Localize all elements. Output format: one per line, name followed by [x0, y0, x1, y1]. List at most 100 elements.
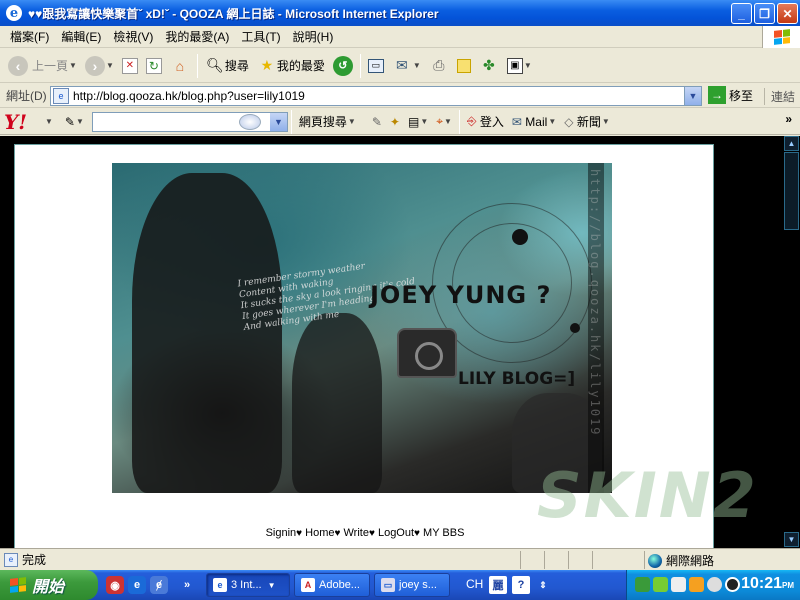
messenger-tray-icon[interactable] [689, 577, 704, 592]
scroll-up-button[interactable]: ▲ [784, 136, 799, 151]
maximize-button[interactable]: ❐ [754, 3, 775, 24]
title-bar[interactable]: e ♥♥跟我寫讓快樂聚首ˇ xD!ˇ - QOOZA 網上日誌 - Micros… [0, 0, 800, 26]
nav-home[interactable]: Home [305, 527, 334, 539]
clover-tray-icon[interactable] [653, 577, 668, 592]
search-button[interactable]: 🔍︎ 搜尋 [201, 52, 253, 80]
yahoo-search-input[interactable]: ▼ [91, 111, 288, 132]
stop-button[interactable]: ✕ [118, 52, 142, 80]
pencil-icon[interactable]: ✎ ▼ [61, 115, 88, 129]
mail-button[interactable]: ✉ ▼ [388, 52, 425, 80]
scroll-down-button[interactable]: ▼ [784, 532, 799, 547]
sound-tray-icon[interactable] [707, 577, 722, 592]
nav-logout[interactable]: LogOut [378, 527, 414, 539]
highlight-icon[interactable]: ✦ [386, 115, 404, 129]
yahoo-logo-icon[interactable]: Y! [4, 110, 44, 134]
address-input[interactable]: e http://blog.qooza.hk/blog.php?user=lil… [50, 86, 702, 106]
search-icon: 🔍︎ [205, 57, 224, 73]
scroll-thumb[interactable] [784, 152, 799, 230]
home-button[interactable]: ⌂ [166, 52, 194, 80]
layout-icon[interactable]: ▤ ▼ [404, 115, 432, 129]
ime-options-icon[interactable]: ⇕ [534, 576, 552, 594]
links-button[interactable]: 連結 [764, 88, 795, 105]
news-link[interactable]: ◇ 新聞 ▼ [560, 113, 614, 130]
window-title: ♥♥跟我寫讓快樂聚首ˇ xD!ˇ - QOOZA 網上日誌 - Microsof… [28, 6, 439, 21]
user-tray-icon[interactable] [635, 577, 650, 592]
close-button[interactable]: ✕ [777, 3, 798, 24]
heart-separator: ♥ [334, 528, 341, 539]
folder-task-icon: ▭ [381, 578, 395, 592]
menu-file[interactable]: 檔案(F) [4, 28, 55, 45]
heart-separator: ♥ [296, 528, 303, 539]
clock[interactable]: 10:21PM [741, 575, 794, 593]
zone-label: 網際網路 [666, 554, 715, 568]
figure-silhouette [132, 173, 282, 493]
network-tray-icon[interactable] [671, 577, 686, 592]
mail-dropdown-icon[interactable]: ▼ [413, 61, 421, 70]
back-dropdown-icon[interactable]: ▼ [69, 61, 77, 70]
task-adobe[interactable]: A Adobe... [294, 573, 370, 597]
go-button[interactable]: → 移至 [708, 86, 753, 104]
yahoo-dropdown-icon[interactable]: ▼ [45, 117, 53, 126]
research-button[interactable]: ▣ ▼ [503, 52, 536, 80]
quicklaunch-more-chevron[interactable]: » [178, 576, 196, 594]
minimize-button[interactable]: _ [731, 3, 752, 24]
menu-view[interactable]: 檢視(V) [107, 28, 159, 45]
media-tray-icon[interactable] [725, 577, 740, 592]
task-group-arrow-icon: ▼ [267, 580, 276, 590]
menu-help[interactable]: 說明(H) [287, 28, 340, 45]
search-label: 搜尋 [224, 59, 249, 73]
task-label: Adobe... [319, 579, 360, 591]
heart-separator: ♥ [414, 528, 420, 539]
status-text-wrap: e 完成 [0, 551, 46, 568]
target-icon[interactable]: ⌖ ▼ [432, 114, 456, 129]
web-search-button[interactable]: 網頁搜尋 ▼ [295, 113, 360, 130]
quicklaunch-app-icon[interactable]: ◉ [106, 576, 124, 594]
start-button[interactable]: 開始 [0, 570, 98, 600]
nav-signin[interactable]: Signin [266, 527, 297, 539]
messenger-button[interactable]: ✤ [475, 52, 503, 80]
home-icon: ⌂ [175, 57, 185, 74]
language-indicator[interactable]: CH [466, 577, 483, 591]
task-ie-group[interactable]: e 3 Int... ▼ [206, 573, 290, 597]
printer-icon: ⎙ [433, 57, 445, 73]
toolbar-separator [196, 53, 198, 78]
print-button[interactable]: ⎙ [425, 52, 453, 80]
nav-bbs[interactable]: MY BBS [423, 527, 464, 539]
status-bar: e 完成 網際網路 [0, 548, 800, 570]
mail-link[interactable]: ✉ Mail ▼ [508, 115, 560, 129]
address-dropdown-icon[interactable]: ▼ [684, 87, 701, 105]
figure-silhouette-small [292, 313, 382, 493]
quicklaunch-browser-icon[interactable]: ɇ [150, 576, 168, 594]
toolbar-separator [359, 53, 361, 78]
back-arrow-icon: ‹ [8, 55, 28, 76]
highlight-pen-icon[interactable]: ✎ [368, 115, 386, 129]
media-button[interactable]: ▭ [364, 52, 388, 80]
security-zone: 網際網路 [648, 552, 714, 569]
task-joey[interactable]: ▭ joey s... [374, 573, 450, 597]
toolbar-more-chevron[interactable]: » [785, 112, 792, 126]
edit-button[interactable] [453, 52, 475, 80]
search-bubble-icon [238, 113, 261, 130]
standard-toolbar: ‹ 上一頁 ▼ › ▼ ✕ ↻ ⌂ 🔍︎ 搜尋 ★ 我的最愛 ↺ ▭ ✉ ▼ ⎙… [0, 49, 800, 83]
yahoo-search-dropdown-icon[interactable]: ▼ [269, 112, 287, 131]
signin-button[interactable]: ⎆ 登入 [463, 113, 508, 130]
favorites-button[interactable]: ★ 我的最愛 [253, 52, 329, 80]
forward-button[interactable]: › ▼ [81, 52, 118, 80]
quicklaunch-ie-icon[interactable]: e [128, 576, 146, 594]
back-button[interactable]: ‹ 上一頁 ▼ [4, 52, 81, 80]
menu-edit[interactable]: 編輯(E) [55, 28, 107, 45]
windows-flag-icon [10, 577, 26, 593]
menu-favorites[interactable]: 我的最愛(A) [159, 28, 235, 45]
vertical-scrollbar[interactable]: ▲ ▼ [783, 136, 800, 548]
history-button[interactable]: ↺ [329, 52, 357, 80]
heart-separator: ♥ [368, 528, 375, 539]
help-icon[interactable]: ? [512, 576, 530, 594]
forward-dropdown-icon[interactable]: ▼ [106, 61, 114, 70]
nav-write[interactable]: Write [343, 527, 368, 539]
refresh-button[interactable]: ↻ [142, 52, 166, 80]
window-icon: ▭ [367, 58, 384, 73]
address-url[interactable]: http://blog.qooza.hk/blog.php?user=lily1… [73, 89, 305, 103]
ime-icon[interactable]: 麗 [489, 576, 507, 594]
menu-tools[interactable]: 工具(T) [235, 28, 286, 45]
research-dropdown-icon[interactable]: ▼ [524, 61, 532, 70]
